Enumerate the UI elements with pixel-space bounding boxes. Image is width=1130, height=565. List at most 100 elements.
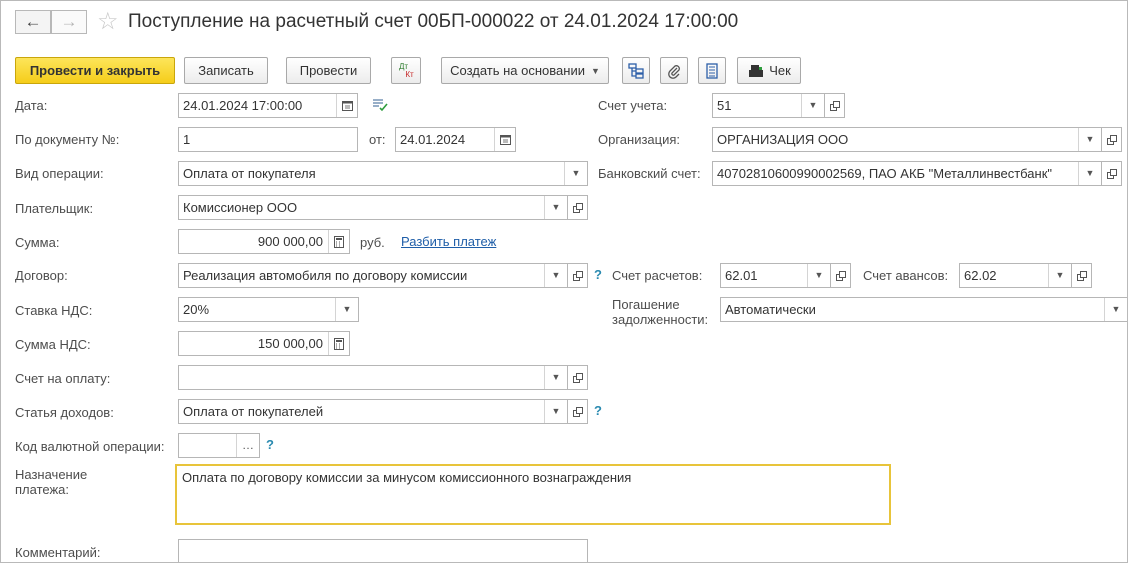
vat-amount-value: 150 000,00	[257, 336, 323, 351]
operation-label: Вид операции:	[15, 166, 104, 181]
operation-select[interactable]: Оплата от покупателя ▼	[178, 161, 588, 186]
currency-code-label: Код валютной операции:	[15, 439, 165, 454]
income-item-select[interactable]: Оплата от покупателей ▼	[178, 399, 568, 424]
open-invoice-button[interactable]	[568, 365, 588, 390]
chevron-down-icon[interactable]: ▼	[544, 196, 567, 219]
save-button[interactable]: Записать	[184, 57, 268, 84]
chevron-down-icon[interactable]: ▼	[544, 400, 567, 423]
receipt-button[interactable]: Чек	[737, 57, 801, 84]
chevron-down-icon[interactable]: ▼	[1048, 264, 1071, 287]
chevron-down-icon[interactable]: ▼	[801, 94, 824, 117]
back-button[interactable]: ←	[15, 10, 51, 34]
kt-label: Кт	[405, 69, 414, 79]
open-advance-account-button[interactable]	[1072, 263, 1092, 288]
post-and-close-button[interactable]: Провести и закрыть	[15, 57, 175, 84]
doc-number-input[interactable]: 1	[178, 127, 358, 152]
page-title: Поступление на расчетный счет 00БП-00002…	[128, 11, 739, 32]
open-bank-account-button[interactable]	[1102, 161, 1122, 186]
currency-code-input[interactable]: …	[178, 433, 260, 458]
open-income-item-button[interactable]	[568, 399, 588, 424]
currency-label: руб.	[360, 235, 385, 250]
debt-repayment-select[interactable]: Автоматически ▼	[720, 297, 1127, 322]
payer-select[interactable]: Комиссионер ООО ▼	[178, 195, 568, 220]
cash-register-icon	[749, 64, 764, 77]
date-label: Дата:	[15, 98, 48, 113]
select-ellipsis-icon[interactable]: …	[236, 434, 259, 457]
calculator-icon[interactable]	[328, 230, 349, 253]
open-icon	[1106, 168, 1117, 179]
open-icon	[572, 406, 583, 417]
chevron-down-icon[interactable]: ▼	[564, 162, 587, 185]
receipt-label: Чек	[769, 63, 791, 78]
document-window: ← → ☆ Поступление на расчетный счет 00БП…	[0, 0, 1128, 563]
chevron-down-icon[interactable]: ▼	[1078, 128, 1101, 151]
invoice-label: Счет на оплату:	[15, 371, 111, 386]
payer-value: Комиссионер ООО	[183, 200, 298, 215]
open-organization-button[interactable]	[1102, 127, 1122, 152]
open-contract-button[interactable]	[568, 263, 588, 288]
bank-account-label: Банковский счет:	[598, 166, 701, 181]
post-button[interactable]: Провести	[286, 57, 371, 84]
vat-amount-input[interactable]: 150 000,00	[178, 331, 350, 356]
doc-date-field[interactable]: 24.01.2024	[395, 127, 516, 152]
invoice-select[interactable]: ▼	[178, 365, 568, 390]
open-account-button[interactable]	[825, 93, 845, 118]
favorite-star-icon[interactable]: ☆	[97, 8, 119, 36]
debt-repayment-label-1: Погашение	[612, 297, 680, 312]
open-icon	[829, 100, 840, 111]
debt-repayment-label-2: задолженности:	[612, 312, 709, 327]
amount-value: 900 000,00	[257, 234, 323, 249]
chevron-down-icon[interactable]: ▼	[1078, 162, 1101, 185]
chevron-down-icon[interactable]: ▼	[544, 366, 567, 389]
list-button[interactable]	[698, 57, 726, 84]
income-item-label: Статья доходов:	[15, 405, 114, 420]
open-icon	[835, 270, 846, 281]
open-icon	[572, 270, 583, 281]
calendar-icon[interactable]	[494, 128, 515, 151]
doc-date-label: от:	[369, 132, 386, 147]
vat-rate-label: Ставка НДС:	[15, 303, 93, 318]
chevron-down-icon[interactable]: ▼	[544, 264, 567, 287]
operation-value: Оплата от покупателя	[183, 166, 316, 181]
open-settlement-account-button[interactable]	[831, 263, 851, 288]
bank-account-select[interactable]: 40702810600990002569, ПАО АКБ "Металлинв…	[712, 161, 1102, 186]
structure-button[interactable]	[622, 57, 650, 84]
create-based-on-label: Создать на основании	[450, 63, 585, 78]
purpose-label-1: Назначение	[15, 467, 88, 482]
calendar-icon[interactable]	[336, 94, 357, 117]
payer-label: Плательщик:	[15, 201, 94, 216]
vat-rate-value: 20%	[183, 302, 210, 317]
currency-code-help-icon[interactable]: ?	[266, 437, 274, 452]
income-item-help-icon[interactable]: ?	[594, 403, 602, 418]
create-based-on-button[interactable]: Создать на основании ▼	[441, 57, 609, 84]
open-icon	[1106, 134, 1117, 145]
settlement-account-select[interactable]: 62.01 ▼	[720, 263, 831, 288]
settlement-account-label: Счет расчетов:	[612, 268, 703, 283]
dt-kt-report-button[interactable]: Дт Кт	[391, 57, 421, 84]
edit-history-icon[interactable]	[372, 98, 388, 115]
chevron-down-icon[interactable]: ▼	[807, 264, 830, 287]
amount-input[interactable]: 900 000,00	[178, 229, 350, 254]
chevron-down-icon[interactable]: ▼	[335, 298, 358, 321]
split-payment-link[interactable]: Разбить платеж	[401, 234, 496, 249]
open-icon	[572, 202, 583, 213]
contract-help-icon[interactable]: ?	[594, 267, 602, 282]
contract-select[interactable]: Реализация автомобиля по договору комисс…	[178, 263, 568, 288]
comment-input[interactable]	[178, 539, 588, 562]
document-list-icon	[706, 62, 718, 79]
attachments-button[interactable]	[660, 57, 688, 84]
date-field[interactable]: 24.01.2024 17:00:00	[178, 93, 358, 118]
date-value: 24.01.2024 17:00:00	[183, 98, 303, 113]
purpose-textarea[interactable]: Оплата по договору комиссии за минусом к…	[175, 464, 891, 525]
organization-select[interactable]: ОРГАНИЗАЦИЯ ООО ▼	[712, 127, 1102, 152]
debt-repayment-value: Автоматически	[725, 302, 816, 317]
calculator-icon[interactable]	[328, 332, 349, 355]
forward-button[interactable]: →	[51, 10, 87, 34]
chevron-down-icon[interactable]: ▼	[1104, 298, 1127, 321]
advance-account-select[interactable]: 62.02 ▼	[959, 263, 1072, 288]
account-select[interactable]: 51 ▼	[712, 93, 825, 118]
open-payer-button[interactable]	[568, 195, 588, 220]
comment-label: Комментарий:	[15, 545, 101, 560]
income-item-value: Оплата от покупателей	[183, 404, 324, 419]
vat-rate-select[interactable]: 20% ▼	[178, 297, 359, 322]
